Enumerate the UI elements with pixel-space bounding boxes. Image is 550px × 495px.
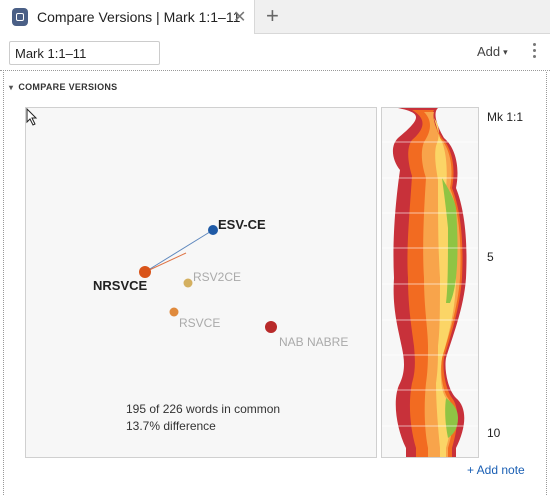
toolbar: Add▾: [0, 34, 550, 70]
version-map-panel: ESV-CE NRSVCE RSV2CE RSVCE NAB NABRE 195…: [25, 107, 377, 458]
add-button[interactable]: Add ▾: [477, 44, 508, 59]
new-tab-button[interactable]: +: [266, 3, 279, 29]
summary: 195 of 226 words in common 13.7% differe…: [126, 401, 280, 435]
connector-line-nrsv: [144, 252, 187, 273]
point-esv-ce[interactable]: [208, 225, 218, 235]
left-border: [3, 72, 4, 495]
words-in-common: 195 of 226 words in common: [126, 402, 281, 416]
percent-difference: 13.7% difference: [126, 419, 216, 433]
collapse-caret-icon: ▾: [9, 83, 14, 92]
add-button-label: Add: [477, 44, 501, 59]
add-note-link[interactable]: + Add note: [467, 463, 525, 477]
tab-compare-versions[interactable]: Compare Versions | Mark 1:1–11 ✕: [0, 0, 255, 34]
chevron-down-icon: ▾: [503, 47, 508, 57]
stream-graph: [382, 108, 478, 457]
right-border: [546, 72, 547, 495]
label-nrsvce: NRSVCE: [93, 278, 148, 293]
tab-title: Compare Versions | Mark 1:1–11: [37, 9, 241, 25]
reference-input[interactable]: [9, 41, 160, 65]
label-esv-ce: ESV-CE: [218, 217, 266, 232]
label-nab-nabre: NAB NABRE: [279, 335, 348, 349]
point-rsvce[interactable]: [169, 307, 179, 317]
reference-label-start: Mk 1:1: [487, 110, 524, 124]
label-rsv2ce: RSV2CE: [193, 270, 241, 284]
more-options-icon[interactable]: [528, 41, 540, 63]
compare-versions-icon: [12, 8, 28, 26]
point-rsv2ce[interactable]: [183, 278, 193, 288]
divider: [0, 70, 550, 71]
tab-bar: Compare Versions | Mark 1:1–11 ✕ +: [0, 0, 550, 34]
point-nrsvce[interactable]: [139, 266, 151, 278]
reference-label-end: 10: [487, 426, 501, 440]
connector-line: [144, 229, 214, 273]
point-nab-nabre[interactable]: [265, 321, 277, 333]
difference-stream-graph: [381, 107, 479, 458]
section-title: COMPARE VERSIONS: [18, 82, 118, 92]
label-rsvce: RSVCE: [179, 316, 220, 330]
section-header[interactable]: ▾ COMPARE VERSIONS: [9, 82, 117, 92]
cursor-icon: [26, 108, 38, 126]
reference-label-mid: 5: [487, 250, 494, 264]
close-icon[interactable]: ✕: [233, 7, 246, 27]
